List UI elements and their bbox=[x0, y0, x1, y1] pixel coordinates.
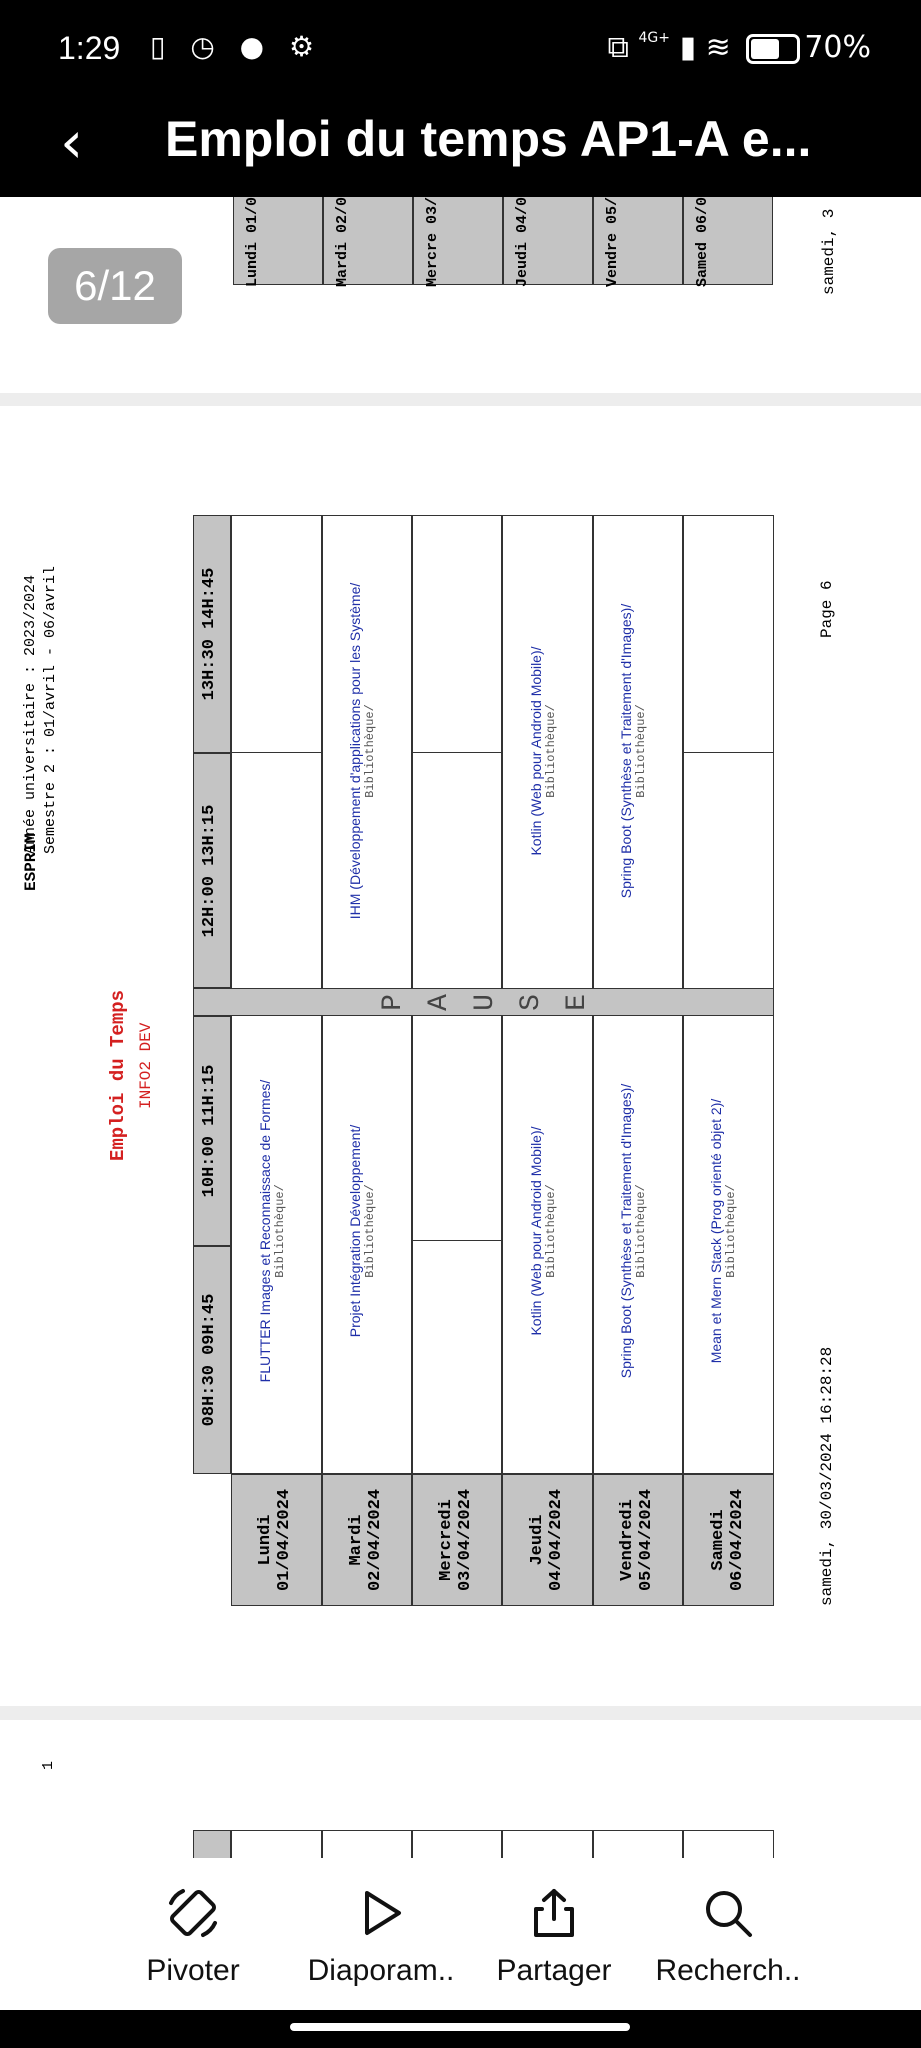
page-number: Page 6 bbox=[818, 580, 836, 638]
rotate-label: Pivoter bbox=[146, 1954, 240, 1987]
next-page-marker: 1 bbox=[40, 1760, 57, 1770]
class-name: INFO2 DEV bbox=[137, 1022, 155, 1109]
document-title: Emploi du temps AP1-A e... bbox=[165, 111, 812, 167]
prev-day-label: Lundi 01/04/2 bbox=[244, 197, 261, 287]
course-entry[interactable]: Projet Intégration Développement/Bibliot… bbox=[347, 981, 387, 1481]
course-entry[interactable]: Spring Boot (Synthèse et Traitement d'Im… bbox=[618, 981, 658, 1481]
day-label: Lundi 01/04/2024 bbox=[256, 1488, 294, 1592]
course-entry[interactable]: FLUTTER Images et Reconnaissace de Forme… bbox=[257, 981, 297, 1481]
search-button[interactable]: Recherch.. bbox=[628, 1878, 828, 1988]
time-slot: 12H:00 13H:15 bbox=[200, 804, 219, 938]
course-entry[interactable]: Mean et Mern Stack (Prog orienté objet 2… bbox=[708, 981, 748, 1481]
current-page[interactable]: ESPRIM Année universitaire : 2023/2024 S… bbox=[0, 406, 921, 1706]
day-label: Jeudi 04/04/2024 bbox=[528, 1488, 566, 1592]
network-label: 4G+ bbox=[638, 30, 671, 46]
page-indicator: 6/12 bbox=[48, 248, 182, 324]
course-entry[interactable]: Kotlin (Web pour Android Mobile)/Bibliot… bbox=[528, 501, 568, 1001]
time-slot: 08H:30 09H:45 bbox=[200, 1293, 219, 1427]
play-icon bbox=[281, 1878, 481, 1948]
app-bar: ‹ Emploi du temps AP1-A e... bbox=[0, 100, 921, 197]
prev-day-label: Vendre 05/04/2 bbox=[604, 197, 621, 287]
system-nav-bar bbox=[0, 2010, 921, 2048]
search-icon bbox=[628, 1878, 828, 1948]
grid-line bbox=[231, 752, 322, 753]
alarm-icon: ◷ bbox=[190, 30, 223, 63]
settings-icon: ⚙ bbox=[289, 30, 323, 63]
grid-line bbox=[412, 1240, 502, 1241]
day-label: Mardi 02/04/2024 bbox=[347, 1488, 385, 1592]
status-time: 1:29 bbox=[58, 30, 121, 66]
cast-icon: ⧉ bbox=[607, 30, 629, 65]
semester-range: Semestre 2 : 01/avril - 06/avril bbox=[42, 565, 59, 854]
day-label: Samedi 06/04/2024 bbox=[709, 1488, 747, 1592]
battery-level: 70% bbox=[804, 30, 871, 65]
prev-footer: samedi, 3 bbox=[820, 208, 838, 295]
day-label: Mercredi 03/04/2024 bbox=[437, 1488, 475, 1592]
prev-day-label: Mercre 03/04/2 bbox=[424, 197, 441, 287]
status-bar: 1:29 ▯ ◷ ● ⚙ ⧉ 4G+ ▮ ≋ 70% bbox=[0, 0, 921, 100]
prev-day-label: Samed 06/04/2 bbox=[694, 197, 711, 287]
prev-day-label: Mardi 02/04/2 bbox=[334, 197, 351, 287]
back-arrow-icon[interactable]: ‹ bbox=[60, 108, 83, 176]
status-right: ⧉ 4G+ ▮ ≋ 70% bbox=[608, 30, 871, 65]
notification-icons: ▯ ◷ ● ⚙ bbox=[150, 30, 322, 63]
battery-icon bbox=[746, 33, 801, 64]
rotate-button[interactable]: Pivoter bbox=[93, 1878, 293, 1988]
share-button[interactable]: Partager bbox=[454, 1878, 654, 1988]
share-icon bbox=[454, 1878, 654, 1948]
home-gesture-bar[interactable] bbox=[290, 2023, 630, 2031]
vibrate-icon: ▯ bbox=[150, 30, 174, 63]
messenger-icon: ● bbox=[239, 30, 273, 63]
wifi-icon: ≋ bbox=[705, 30, 731, 65]
course-entry[interactable]: Spring Boot (Synthèse et Traitement d'Im… bbox=[618, 501, 658, 1001]
course-entry[interactable]: IHM (Développement d'applications pour l… bbox=[347, 501, 387, 1001]
grid-line bbox=[683, 752, 774, 753]
day-label: Vendredi 05/04/2024 bbox=[618, 1488, 656, 1592]
slideshow-button[interactable]: Diaporam.. bbox=[281, 1878, 481, 1988]
bottom-toolbar: Pivoter Diaporam.. Partager Recherch.. bbox=[0, 1858, 921, 2010]
signal-icon: ▮ bbox=[679, 30, 697, 65]
prev-day-label: Jeudi 04/04/2 bbox=[514, 197, 531, 287]
schedule-title: Emploi du Temps bbox=[107, 989, 129, 1161]
slideshow-label: Diaporam.. bbox=[307, 1954, 455, 1987]
grid-line bbox=[412, 752, 502, 753]
course-entry[interactable]: Kotlin (Web pour Android Mobile)/Bibliot… bbox=[528, 981, 568, 1481]
search-label: Recherch.. bbox=[655, 1954, 801, 1987]
time-slot: 10H:00 11H:15 bbox=[200, 1064, 219, 1198]
generated-timestamp: samedi, 30/03/2024 16:28:28 bbox=[818, 1346, 836, 1606]
rotate-icon bbox=[93, 1878, 293, 1948]
share-label: Partager bbox=[496, 1954, 612, 1987]
academic-year: Année universitaire : 2023/2024 bbox=[22, 574, 39, 854]
time-slot: 13H:30 14H:45 bbox=[200, 567, 219, 701]
